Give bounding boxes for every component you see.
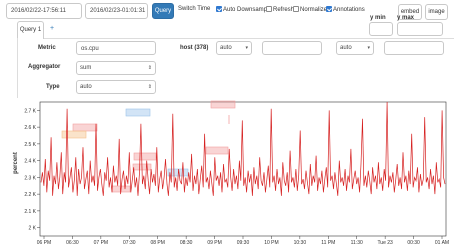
x-tick-label: 06 PM [37, 240, 51, 246]
line-chart: 2 K 2.1 K 2.2 K 2.3 K 2.4 K 2.5 K 2.6 K 2.7 K 0… [13, 100, 449, 246]
aggregator-select[interactable]: sum ⇕ [76, 61, 156, 75]
tag-key-select[interactable]: auto ▾ [216, 41, 252, 55]
annotation-marker[interactable] [205, 146, 229, 155]
auto-downsample-toggle[interactable]: Auto Downsample [216, 6, 272, 14]
annotations-label: Annotations [333, 7, 365, 13]
y-tick-label: 2.5 K [24, 142, 36, 148]
query-button[interactable]: Query [152, 3, 174, 19]
add-tab-button[interactable]: + [50, 25, 54, 32]
end-time-input[interactable]: 2016/02/23-01:01:31 [85, 3, 148, 19]
metric-label: Metric [38, 45, 56, 51]
tag-extra-input[interactable] [384, 41, 444, 55]
aggregator-select-value: sum [80, 65, 92, 71]
annotation-marker[interactable] [210, 100, 236, 109]
x-tick-label: 06:30 [66, 240, 79, 246]
x-tick-label: 01 AM [435, 240, 449, 246]
x-tick-label: 10:30 [294, 240, 307, 246]
y-tick-label: 2.7 K [24, 108, 36, 114]
aggregator-label: Aggregator [28, 64, 61, 70]
ymin-input[interactable] [369, 22, 393, 36]
ymax-input[interactable] [397, 22, 443, 36]
tag-value-select[interactable]: auto ▾ [336, 41, 374, 55]
annotations-toggle[interactable]: Annotations [326, 6, 365, 14]
switch-time-button[interactable]: Switch Time [178, 6, 210, 12]
normalize-label: Normalize [300, 7, 328, 13]
x-tick-label: 07 PM [94, 240, 108, 246]
annotation-marker[interactable] [133, 152, 157, 161]
x-tick-label: 11:30 [351, 240, 363, 246]
y-axis-label: percent [13, 152, 19, 174]
tag-value-input[interactable] [262, 41, 322, 55]
tag-key-select-value: auto [220, 45, 232, 51]
annotations-checkbox[interactable] [326, 6, 332, 12]
tab-query-1[interactable]: Query 1 [17, 21, 44, 39]
refresh-label: Refresh [273, 7, 295, 13]
metric-input[interactable]: os.cpu [76, 41, 156, 55]
y-axis: 2 K 2.1 K 2.2 K 2.3 K 2.4 K 2.5 K 2.6 K 2.7 K [24, 108, 40, 232]
y-tick-label: 2.6 K [24, 125, 36, 131]
annotation-marker[interactable] [61, 130, 87, 139]
y-tick-label: 2 K [28, 226, 36, 232]
ymax-label: y max [397, 15, 415, 21]
chevron-down-icon: ▾ [245, 45, 248, 51]
chevron-down-icon: ▾ [367, 45, 370, 51]
tag-key-label: host (378) [180, 45, 209, 51]
chevron-updown-icon: ⇕ [147, 84, 152, 90]
y-tick-label: 2.3 K [24, 175, 36, 181]
type-label: Type [46, 84, 60, 90]
type-select[interactable]: auto ⇕ [76, 80, 156, 94]
query-panel-border [17, 38, 18, 98]
x-tick-label: 09:30 [237, 240, 250, 246]
x-axis: 06 PM 06:30 07 PM 07:30 08 PM 08:30 09 PM 09:30… [37, 236, 449, 246]
x-tick-label: 10 PM [264, 240, 278, 246]
x-tick-label: 08 PM [150, 240, 164, 246]
chevron-updown-icon: ⇕ [147, 65, 152, 71]
refresh-toggle[interactable]: Refresh [266, 6, 294, 14]
ymin-label: y min [370, 15, 386, 21]
y-tick-label: 2.4 K [24, 159, 36, 165]
auto-downsample-label: Auto Downsample [223, 7, 272, 13]
tab-bar-divider [44, 38, 454, 39]
type-select-value: auto [80, 84, 92, 90]
start-time-input[interactable]: 2016/02/22-17:56:11 [6, 3, 82, 19]
annotation-marker[interactable] [72, 123, 98, 132]
annotation-marker[interactable] [125, 108, 151, 117]
x-tick-label: 09 PM [207, 240, 221, 246]
x-tick-label: 08:30 [180, 240, 193, 246]
x-tick-label: 07:30 [123, 240, 136, 246]
x-tick-label: 00:30 [407, 240, 420, 246]
x-tick-label: Tue 23 [377, 240, 393, 246]
auto-downsample-checkbox[interactable] [216, 6, 222, 12]
x-tick-label: 11 PM [321, 240, 335, 246]
refresh-checkbox[interactable] [266, 6, 272, 12]
normalize-checkbox[interactable] [293, 6, 299, 12]
tab-query-1-label: Query 1 [19, 27, 42, 33]
image-button[interactable]: image [425, 4, 448, 20]
y-tick-label: 2.1 K [24, 209, 36, 215]
normalize-toggle[interactable]: Normalize [293, 6, 327, 14]
tag-value-select-value: auto [340, 45, 352, 51]
y-tick-label: 2.2 K [24, 192, 36, 198]
